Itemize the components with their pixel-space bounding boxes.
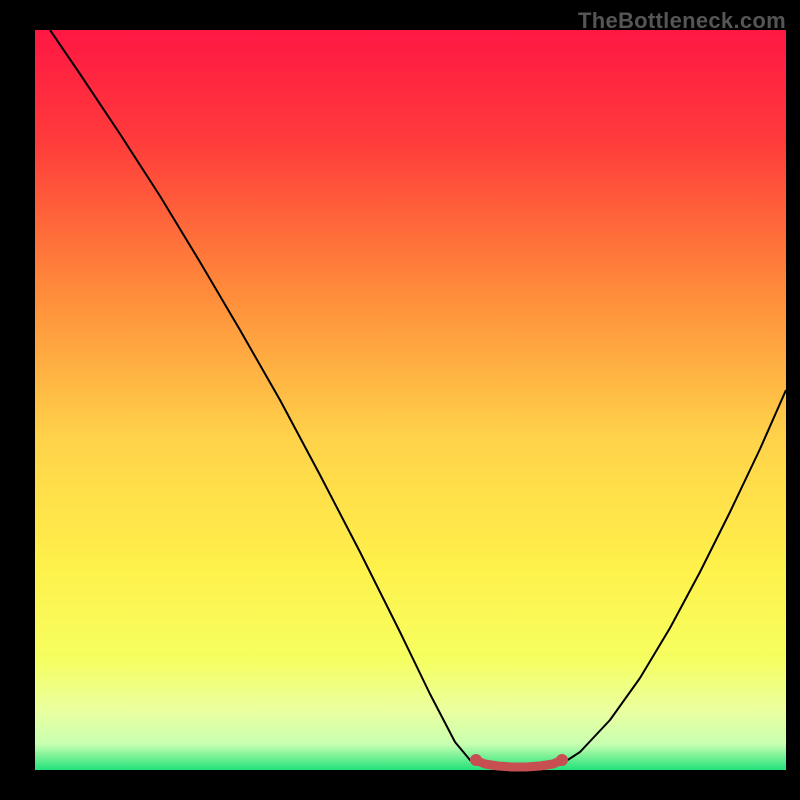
plot-background [35, 30, 786, 770]
watermark-label: TheBottleneck.com [578, 8, 786, 34]
chart-canvas [0, 0, 800, 800]
marker-left_cap [470, 754, 482, 766]
marker-right_cap [556, 754, 568, 766]
